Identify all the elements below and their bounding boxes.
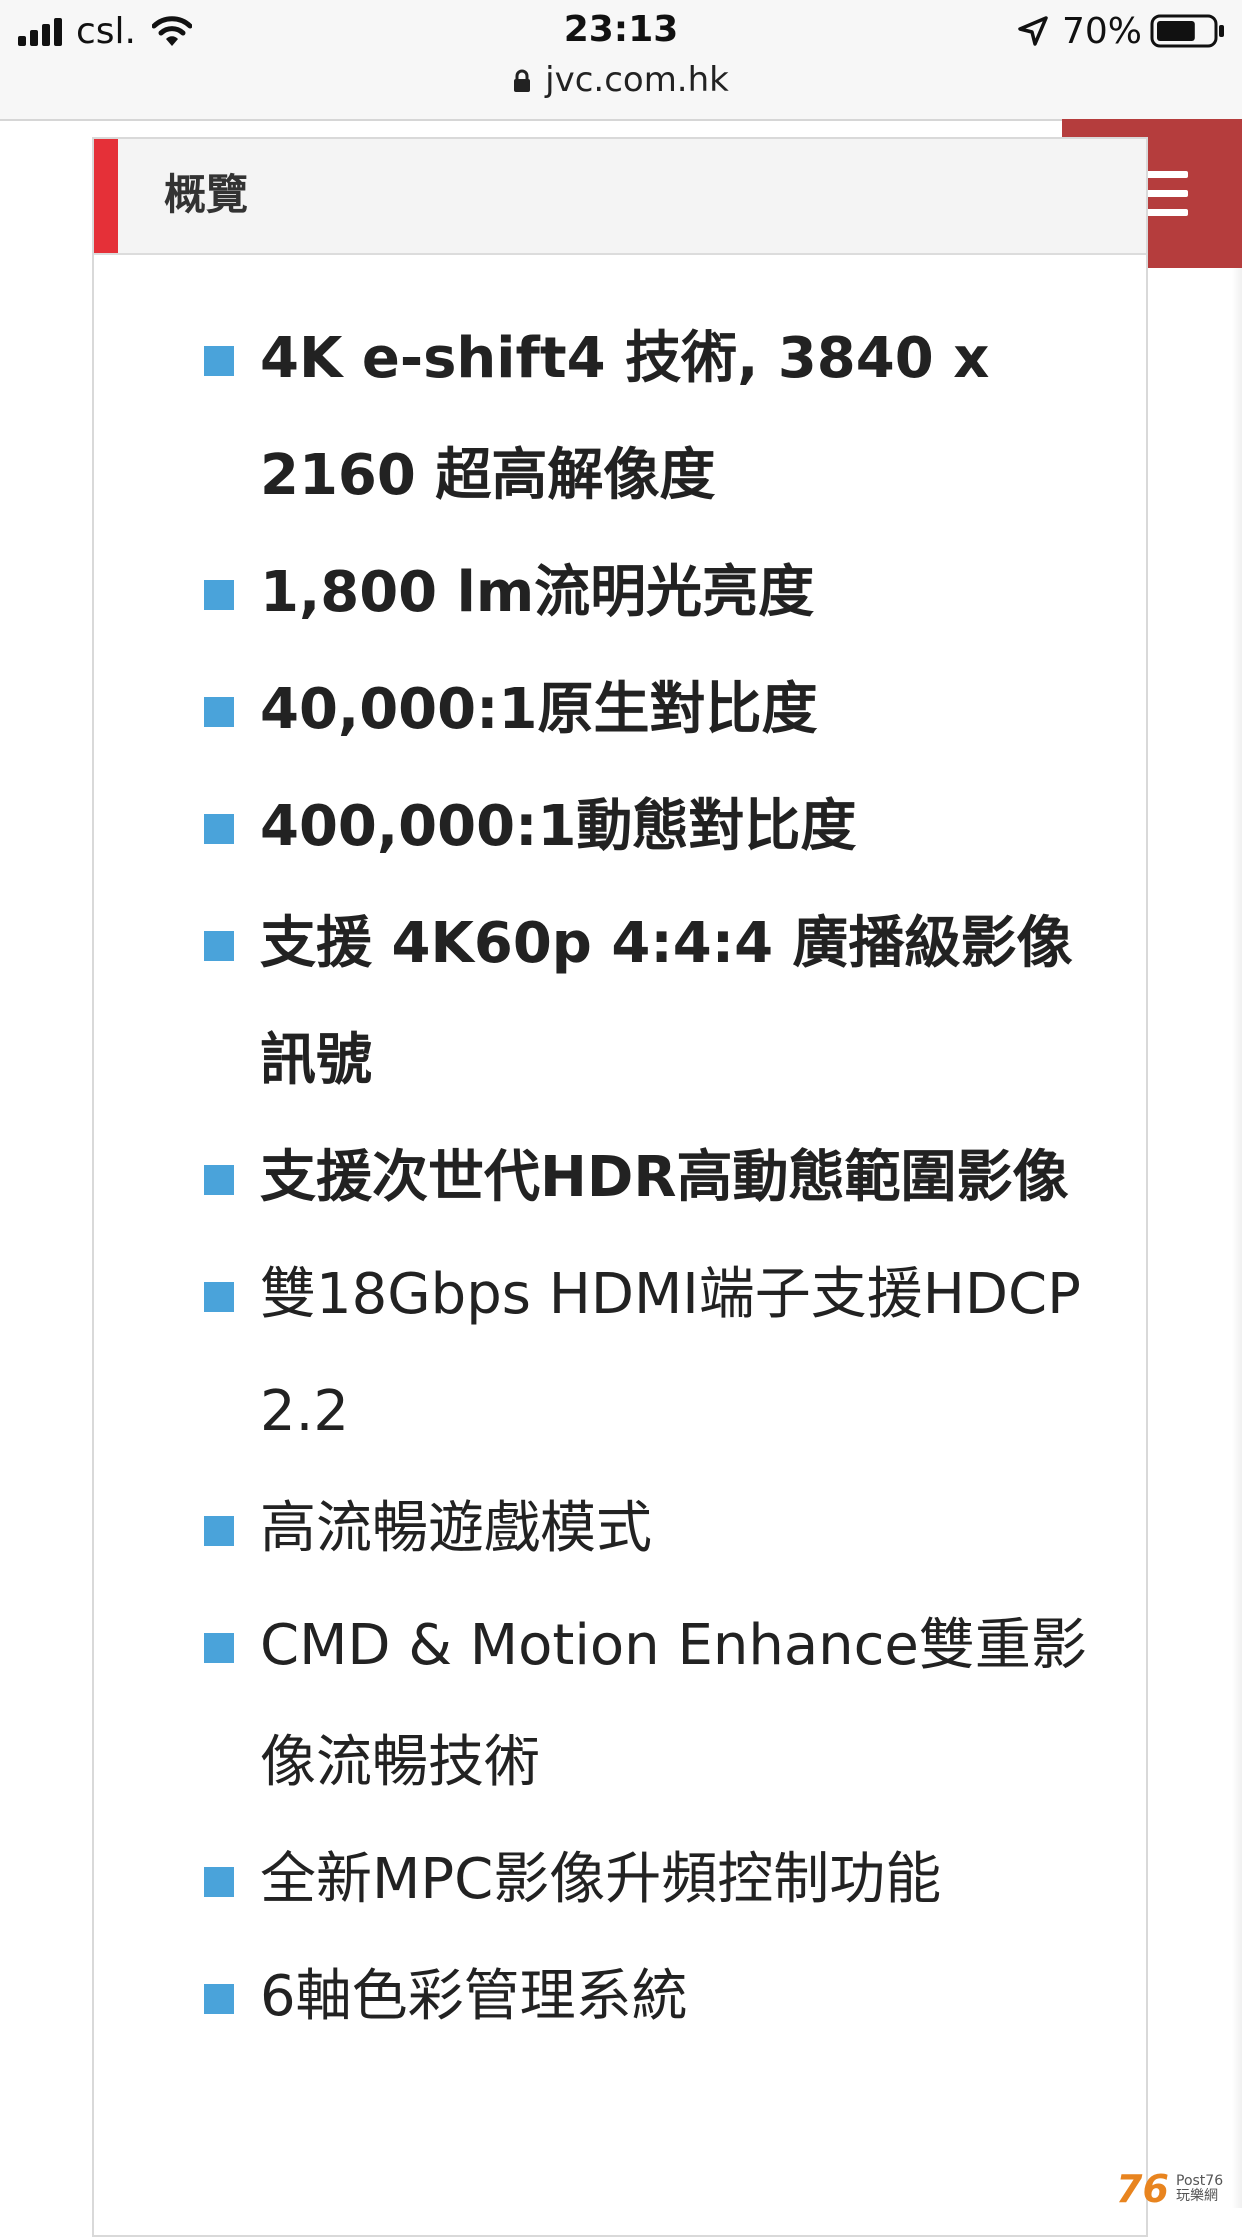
square-bullet-icon [204,1867,234,1897]
battery-percentage: 70% [1062,11,1143,52]
header-accent [94,139,118,253]
feature-list: 4K e-shift4 技術, 3840 x 2160 超高解像度 1,800 … [200,300,1120,2055]
list-item: 400,000:1動態對比度 [200,768,1120,885]
list-item: 高流暢遊戲模式 [200,1470,1120,1587]
square-bullet-icon [204,931,234,961]
list-item: 支援次世代HDR高動態範圍影像 [200,1119,1120,1236]
section-header[interactable]: 概覽 [94,139,1146,255]
square-bullet-icon [204,1984,234,2014]
status-bar: csl. 23:13 70% [0,0,1242,62]
square-bullet-icon [204,580,234,610]
status-time: 23:13 [563,9,679,50]
square-bullet-icon [204,1165,234,1195]
list-item: 支援 4K60p 4:4:4 廣播級影像訊號 [200,885,1120,1119]
watermark-logo: 76 Post76 玩樂網 [1116,2167,1236,2211]
battery-icon [1150,14,1224,48]
list-item: 雙18Gbps HDMI端子支援HDCP 2.2 [200,1236,1120,1470]
browser-chrome: csl. 23:13 70% jvc.com.hk [0,0,1242,121]
list-item: 全新MPC影像升頻控制功能 [200,1821,1120,1938]
square-bullet-icon [204,697,234,727]
square-bullet-icon [204,1633,234,1663]
list-item: 4K e-shift4 技術, 3840 x 2160 超高解像度 [200,300,1120,534]
list-item: 1,800 lm流明光亮度 [200,534,1120,651]
watermark-number: 76 [1116,2167,1169,2211]
watermark-text: Post76 玩樂網 [1176,2173,1224,2204]
location-arrow-icon [1018,16,1048,46]
square-bullet-icon [204,1282,234,1312]
address-bar[interactable]: jvc.com.hk [0,58,1242,102]
list-item: 6軸色彩管理系統 [200,1938,1120,2055]
lock-icon [513,60,531,92]
list-item: 40,000:1原生對比度 [200,651,1120,768]
section-title: 概覽 [164,170,249,219]
square-bullet-icon [204,814,234,844]
url-text: jvc.com.hk [545,60,729,100]
list-item: CMD & Motion Enhance雙重影像流暢技術 [200,1587,1120,1821]
page-edge [1232,268,1242,2208]
square-bullet-icon [204,346,234,376]
square-bullet-icon [204,1516,234,1546]
